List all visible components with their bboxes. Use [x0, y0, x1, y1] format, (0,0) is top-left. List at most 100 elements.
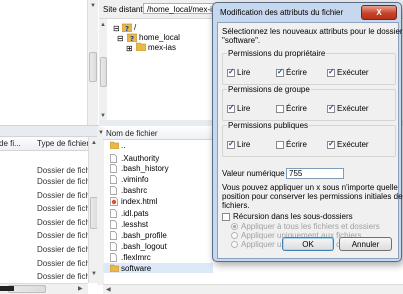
help-text: position pour conserver les permissions … [222, 192, 403, 201]
file-name: .bash_profile [121, 231, 167, 240]
list-item[interactable]: .bashrc [103, 185, 213, 195]
file-icon [110, 242, 118, 251]
public-permissions-group: Permissions publiques Lire Écrire Exécut… [222, 121, 396, 157]
file-icon [110, 175, 118, 184]
remote-site-label: Site distant : [103, 5, 148, 14]
local-file-list[interactable]: Dossier de fich. Dossier de fich. Dossie… [0, 151, 92, 281]
tree-node-root[interactable]: / [134, 23, 136, 32]
scroll-thumb[interactable] [100, 57, 107, 87]
intro-text-folder: "software". [222, 36, 261, 45]
list-item[interactable]: Dossier de fich. [37, 245, 92, 254]
dialog-title: Modification des attributs du fichier [220, 8, 344, 17]
list-item[interactable]: .idl.pats [103, 208, 213, 218]
tree-toggle-icon[interactable]: ⊟ [117, 34, 124, 43]
checkbox-label: Écrire [286, 140, 307, 149]
list-item[interactable]: Dossier de fich. [37, 218, 92, 227]
list-item[interactable]: Dossier de fich. [37, 166, 92, 175]
group-exec-checkbox[interactable] [327, 103, 335, 113]
column-header-type[interactable]: Type de fichier [37, 139, 89, 148]
folder-icon [109, 141, 120, 150]
file-name: software [121, 264, 152, 273]
list-item[interactable]: Dossier de fich. [37, 204, 92, 213]
recursion-checkbox[interactable] [222, 213, 230, 221]
list-item[interactable]: .bash_logout [103, 241, 213, 251]
list-item[interactable]: .lesshst [103, 219, 213, 229]
checkbox-label: Écrire [286, 104, 307, 113]
file-name: .viminfo [121, 175, 149, 184]
local-tree-pane[interactable] [0, 0, 97, 125]
scroll-down-arrow[interactable]: ▼ [100, 113, 106, 119]
scroll-right-arrow[interactable]: ▶ [78, 286, 83, 292]
owner-write-checkbox[interactable] [276, 67, 284, 77]
scroll-up-arrow[interactable]: ▼ [90, 3, 96, 9]
list-item[interactable]: Dossier de fich. [37, 231, 92, 240]
scroll-up-arrow[interactable]: ▲ [100, 22, 106, 28]
checkbox-label: Lire [237, 140, 251, 149]
numeric-value-input[interactable]: 755 [286, 168, 344, 179]
close-button[interactable]: X [361, 5, 397, 20]
list-item[interactable]: .bash_profile [103, 230, 213, 240]
owner-permissions-group: Permissions du propriétaire Lire Écrire … [222, 49, 396, 85]
file-icon [110, 220, 118, 229]
list-item[interactable]: Dossier de fich. [37, 177, 92, 186]
checkbox-label: Lire [237, 68, 251, 77]
tree-node-mex-ias[interactable]: mex-ias [148, 43, 176, 52]
list-item[interactable]: Dossier de fich. [37, 259, 92, 268]
list-item[interactable]: .. [103, 140, 213, 150]
cancel-button[interactable]: Annuler [339, 237, 392, 251]
apply-folders-radio[interactable] [231, 241, 238, 248]
list-item[interactable]: .bash_history [103, 163, 213, 173]
list-item[interactable]: .viminfo [103, 174, 213, 184]
public-write-checkbox[interactable] [276, 141, 284, 149]
owner-read-checkbox[interactable] [227, 67, 235, 77]
file-name: .bash_history [121, 164, 169, 173]
file-icon [110, 209, 118, 218]
apply-all-radio[interactable] [231, 223, 238, 230]
list-item[interactable]: Dossier de fich. [37, 191, 92, 200]
group-read-checkbox[interactable] [227, 103, 235, 113]
group-label: Permissions de groupe [227, 85, 311, 94]
owner-exec-checkbox[interactable] [327, 67, 335, 77]
file-name: .idl.pats [121, 209, 149, 218]
checkbox-label: Écrire [286, 68, 307, 77]
intro-text: Sélectionnez les nouveaux attributs pour… [222, 27, 403, 36]
tree-toggle-icon[interactable]: ⊞ [126, 44, 133, 53]
list-item[interactable]: .flexlmrc [103, 252, 213, 262]
scroll-thumb[interactable] [89, 52, 97, 82]
file-name: .bash_logout [121, 242, 167, 251]
remote-file-list[interactable]: .. .Xauthority .bash_history .viminfo .bashr… [103, 140, 213, 285]
corner-mark [0, 286, 14, 291]
public-exec-checkbox[interactable] [327, 139, 335, 149]
help-text: Vous pouvez appliquer un x sous n'import… [222, 183, 398, 192]
public-read-checkbox[interactable] [227, 139, 235, 149]
folder-icon [109, 264, 120, 273]
file-icon [110, 186, 118, 195]
remote-list-header: Nom de fichier [103, 127, 213, 140]
column-header-filename[interactable]: Nom de fichier [106, 129, 158, 138]
radio-label: Appliquer à tous les fichiers et dossier… [241, 222, 380, 231]
apply-files-radio[interactable] [231, 232, 238, 239]
local-list-header: de fi... Type de fichier [0, 137, 89, 151]
checkbox-label: Lire [237, 104, 251, 113]
tree-toggle-icon[interactable]: ⊟ [113, 24, 120, 33]
list-item[interactable]: .Xauthority [103, 153, 213, 163]
file-name: .lesshst [121, 220, 149, 229]
svg-text:?: ? [125, 25, 129, 32]
group-label: Permissions publiques [227, 121, 310, 130]
tree-node-home-local[interactable]: home_local [139, 33, 180, 42]
scroll-left-arrow[interactable]: ◀ [106, 287, 111, 293]
file-name: .bashrc [121, 186, 148, 195]
file-icon [110, 154, 118, 163]
ok-button[interactable]: OK [282, 237, 334, 251]
list-item[interactable]: software [103, 263, 213, 273]
close-icon: X [376, 8, 382, 17]
numeric-value-label: Valeur numérique : [222, 169, 289, 178]
remote-tree-scrollbar[interactable]: ▲ ▼ [99, 19, 107, 123]
local-tree-scrollbar[interactable]: ▼ [87, 0, 98, 125]
list-item[interactable]: index.html [103, 196, 213, 206]
group-write-checkbox[interactable] [276, 105, 284, 113]
pane-splitter[interactable] [0, 125, 99, 137]
file-name: .flexlmrc [121, 253, 151, 262]
column-header-size[interactable]: de fi... [0, 139, 21, 148]
list-item[interactable]: Dossier de fich. [37, 272, 92, 281]
